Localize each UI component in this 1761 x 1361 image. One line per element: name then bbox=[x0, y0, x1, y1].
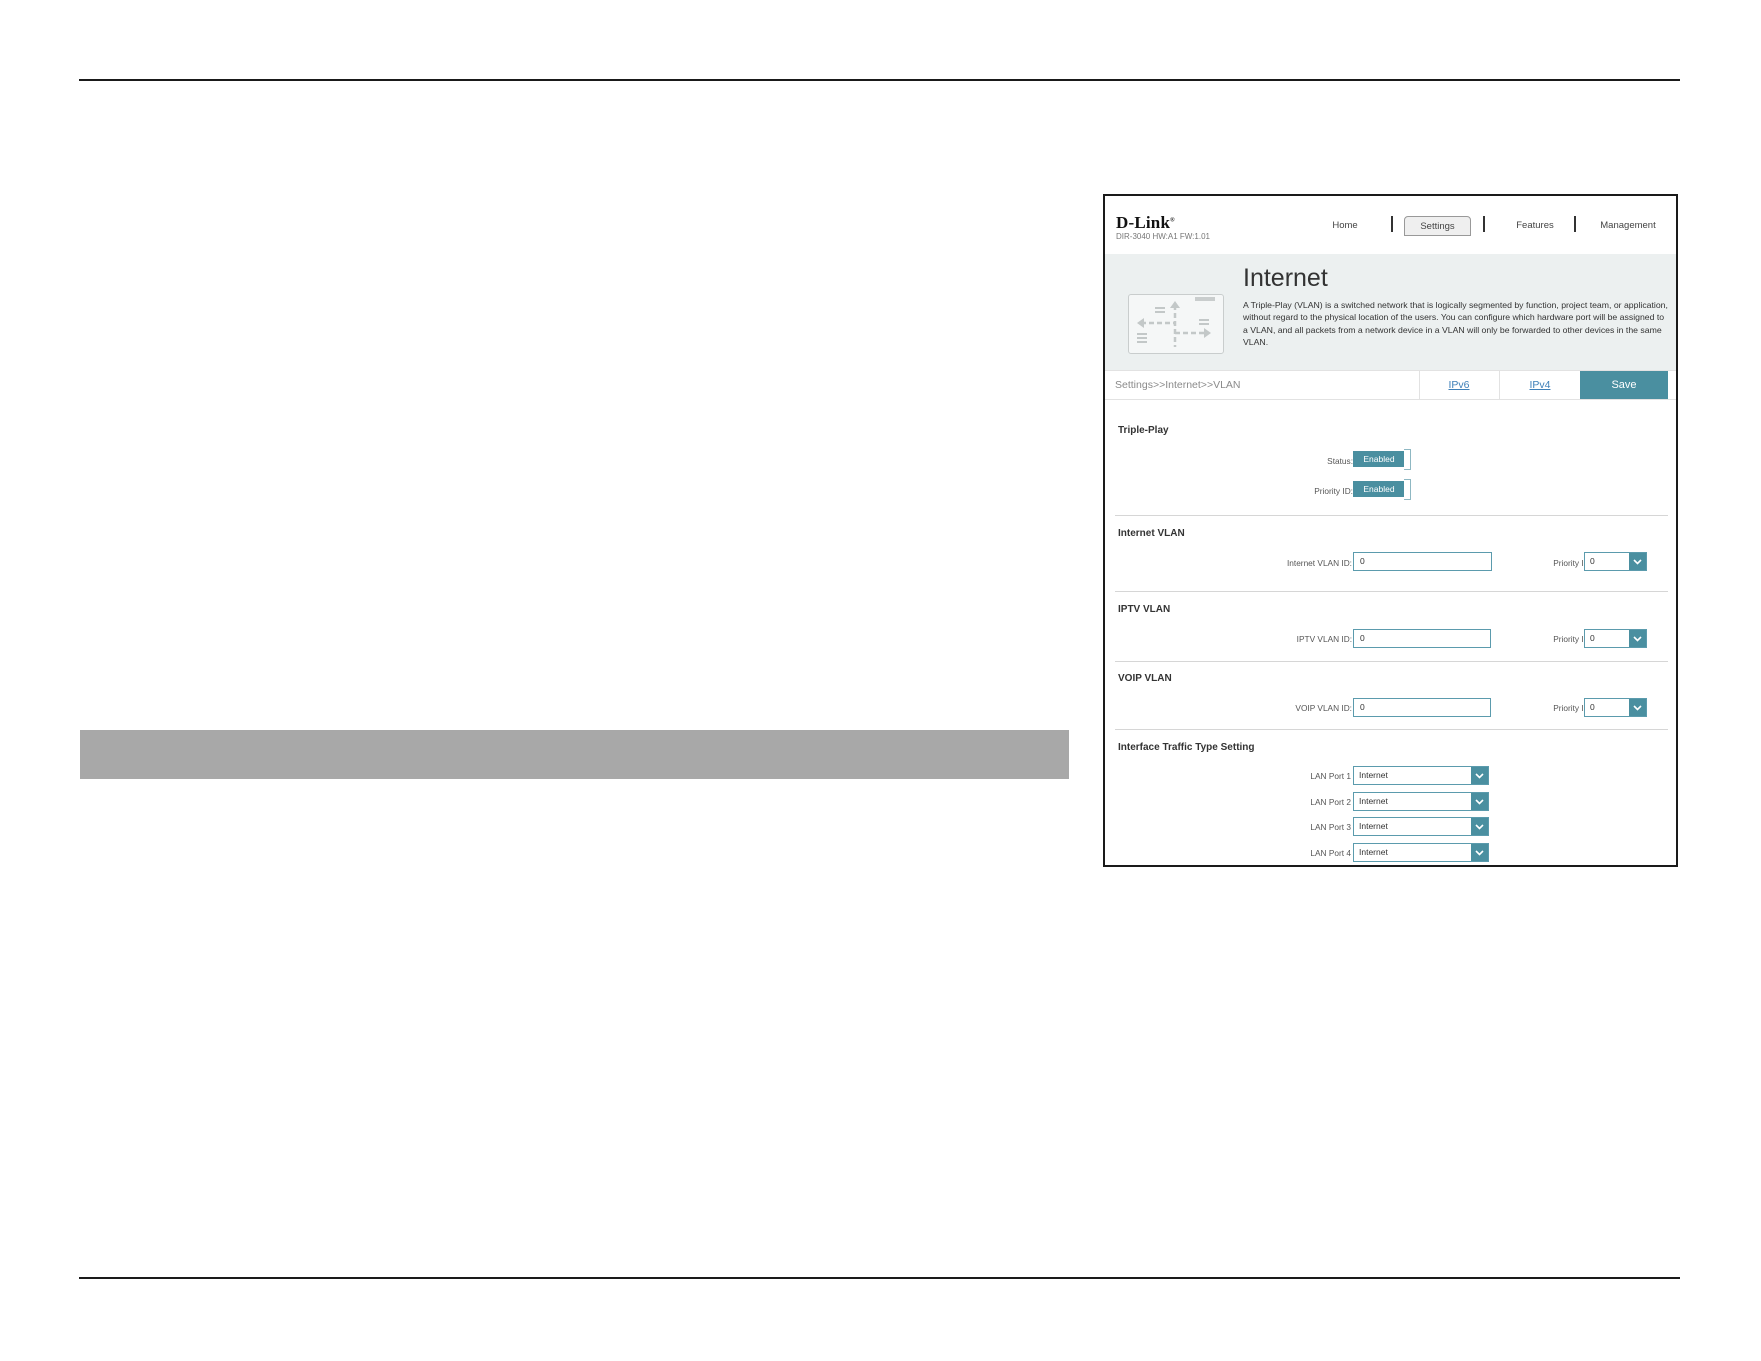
triple-play-heading: Triple-Play bbox=[1118, 425, 1169, 436]
dlink-logo: D-Link® bbox=[1116, 213, 1175, 232]
section-divider bbox=[1115, 661, 1668, 662]
internet-vlan-heading: Internet VLAN bbox=[1118, 528, 1185, 539]
page-title: Internet bbox=[1243, 264, 1328, 292]
nav-divider bbox=[1391, 216, 1393, 232]
lan-port-1-select[interactable]: Internet bbox=[1353, 766, 1489, 785]
header-rule bbox=[79, 79, 1680, 81]
lan-port-4-value: Internet bbox=[1359, 847, 1388, 857]
footer-rule bbox=[79, 1277, 1680, 1279]
voip-priority-value: 0 bbox=[1590, 702, 1595, 712]
priority-id-toggle[interactable]: Enabled bbox=[1353, 479, 1411, 500]
router-screenshot: D-Link® DIR-3040 HW:A1 FW:1.01 Home Sett… bbox=[1103, 194, 1678, 867]
lan-port-1-label: LAN Port 1 bbox=[1310, 771, 1351, 781]
breadcrumb-bar: Settings>>Internet>>VLAN IPv6 IPv4 Save bbox=[1105, 370, 1676, 400]
toggle-knob bbox=[1404, 479, 1411, 500]
status-toggle[interactable]: Enabled bbox=[1353, 449, 1411, 470]
lan-port-3-select[interactable]: Internet bbox=[1353, 817, 1489, 836]
voip-vlan-heading: VOIP VLAN bbox=[1118, 673, 1172, 684]
nav-home[interactable]: Home bbox=[1315, 216, 1375, 236]
internet-priority-value: 0 bbox=[1590, 556, 1595, 566]
iptv-vlan-heading: IPTV VLAN bbox=[1118, 604, 1171, 615]
chevron-down-icon bbox=[1471, 793, 1488, 810]
breadcrumb: Settings>>Internet>>VLAN bbox=[1115, 379, 1241, 391]
page-description: A Triple-Play (VLAN) is a switched netwo… bbox=[1243, 300, 1668, 348]
lan-port-2-label: LAN Port 2 bbox=[1310, 797, 1351, 807]
iptv-vlan-id-input[interactable]: 0 bbox=[1353, 629, 1491, 648]
chevron-down-icon bbox=[1471, 818, 1488, 835]
iptv-priority-value: 0 bbox=[1590, 633, 1595, 643]
priority-id-label: Priority ID: bbox=[1314, 486, 1353, 496]
interface-traffic-heading: Interface Traffic Type Setting bbox=[1118, 742, 1255, 753]
iptv-vlan-id-label: IPTV VLAN ID: bbox=[1296, 634, 1352, 644]
internet-vlan-id-input[interactable]: 0 bbox=[1353, 552, 1492, 571]
iptv-priority-select[interactable]: 0 bbox=[1584, 629, 1647, 648]
lan-port-3-label: LAN Port 3 bbox=[1310, 822, 1351, 832]
save-button[interactable]: Save bbox=[1580, 371, 1668, 399]
voip-priority-label: Priority ID: bbox=[1553, 703, 1592, 713]
lan-port-1-value: Internet bbox=[1359, 770, 1388, 780]
internet-vlan-id-label: Internet VLAN ID: bbox=[1286, 558, 1352, 568]
chevron-down-icon bbox=[1629, 630, 1646, 647]
lan-port-4-select[interactable]: Internet bbox=[1353, 843, 1489, 862]
section-divider bbox=[1115, 515, 1668, 516]
nav-settings[interactable]: Settings bbox=[1404, 216, 1471, 236]
voip-vlan-id-input[interactable]: 0 bbox=[1353, 698, 1491, 717]
section-divider bbox=[1115, 729, 1668, 730]
router-topbar: D-Link® DIR-3040 HW:A1 FW:1.01 Home Sett… bbox=[1105, 196, 1676, 254]
chevron-down-icon bbox=[1471, 767, 1488, 784]
network-diagram-icon bbox=[1128, 294, 1224, 354]
section-divider bbox=[1115, 591, 1668, 592]
status-label: Status: bbox=[1327, 456, 1353, 466]
nav-divider bbox=[1483, 216, 1485, 232]
toggle-knob bbox=[1404, 449, 1411, 470]
page-header: Internet A Triple-Play (VLAN) is a switc… bbox=[1105, 254, 1676, 370]
lan-port-2-select[interactable]: Internet bbox=[1353, 792, 1489, 811]
internet-priority-label: Priority ID: bbox=[1553, 558, 1592, 568]
section-bar bbox=[80, 730, 1069, 779]
chevron-down-icon bbox=[1471, 844, 1488, 861]
chevron-down-icon bbox=[1629, 553, 1646, 570]
status-toggle-value: Enabled bbox=[1353, 451, 1405, 467]
lan-port-2-value: Internet bbox=[1359, 796, 1388, 806]
voip-priority-select[interactable]: 0 bbox=[1584, 698, 1647, 717]
internet-priority-select[interactable]: 0 bbox=[1584, 552, 1647, 571]
lan-port-3-value: Internet bbox=[1359, 821, 1388, 831]
nav-management[interactable]: Management bbox=[1583, 216, 1673, 236]
priority-toggle-value: Enabled bbox=[1353, 481, 1405, 497]
model-info: DIR-3040 HW:A1 FW:1.01 bbox=[1116, 232, 1210, 241]
ipv6-link[interactable]: IPv6 bbox=[1419, 371, 1498, 399]
chevron-down-icon bbox=[1629, 699, 1646, 716]
nav-features[interactable]: Features bbox=[1495, 216, 1575, 236]
lan-port-4-label: LAN Port 4 bbox=[1310, 848, 1351, 858]
iptv-priority-label: Priority ID: bbox=[1553, 634, 1592, 644]
nav-divider bbox=[1574, 216, 1576, 232]
voip-vlan-id-label: VOIP VLAN ID: bbox=[1295, 703, 1352, 713]
ipv4-link[interactable]: IPv4 bbox=[1499, 371, 1580, 399]
